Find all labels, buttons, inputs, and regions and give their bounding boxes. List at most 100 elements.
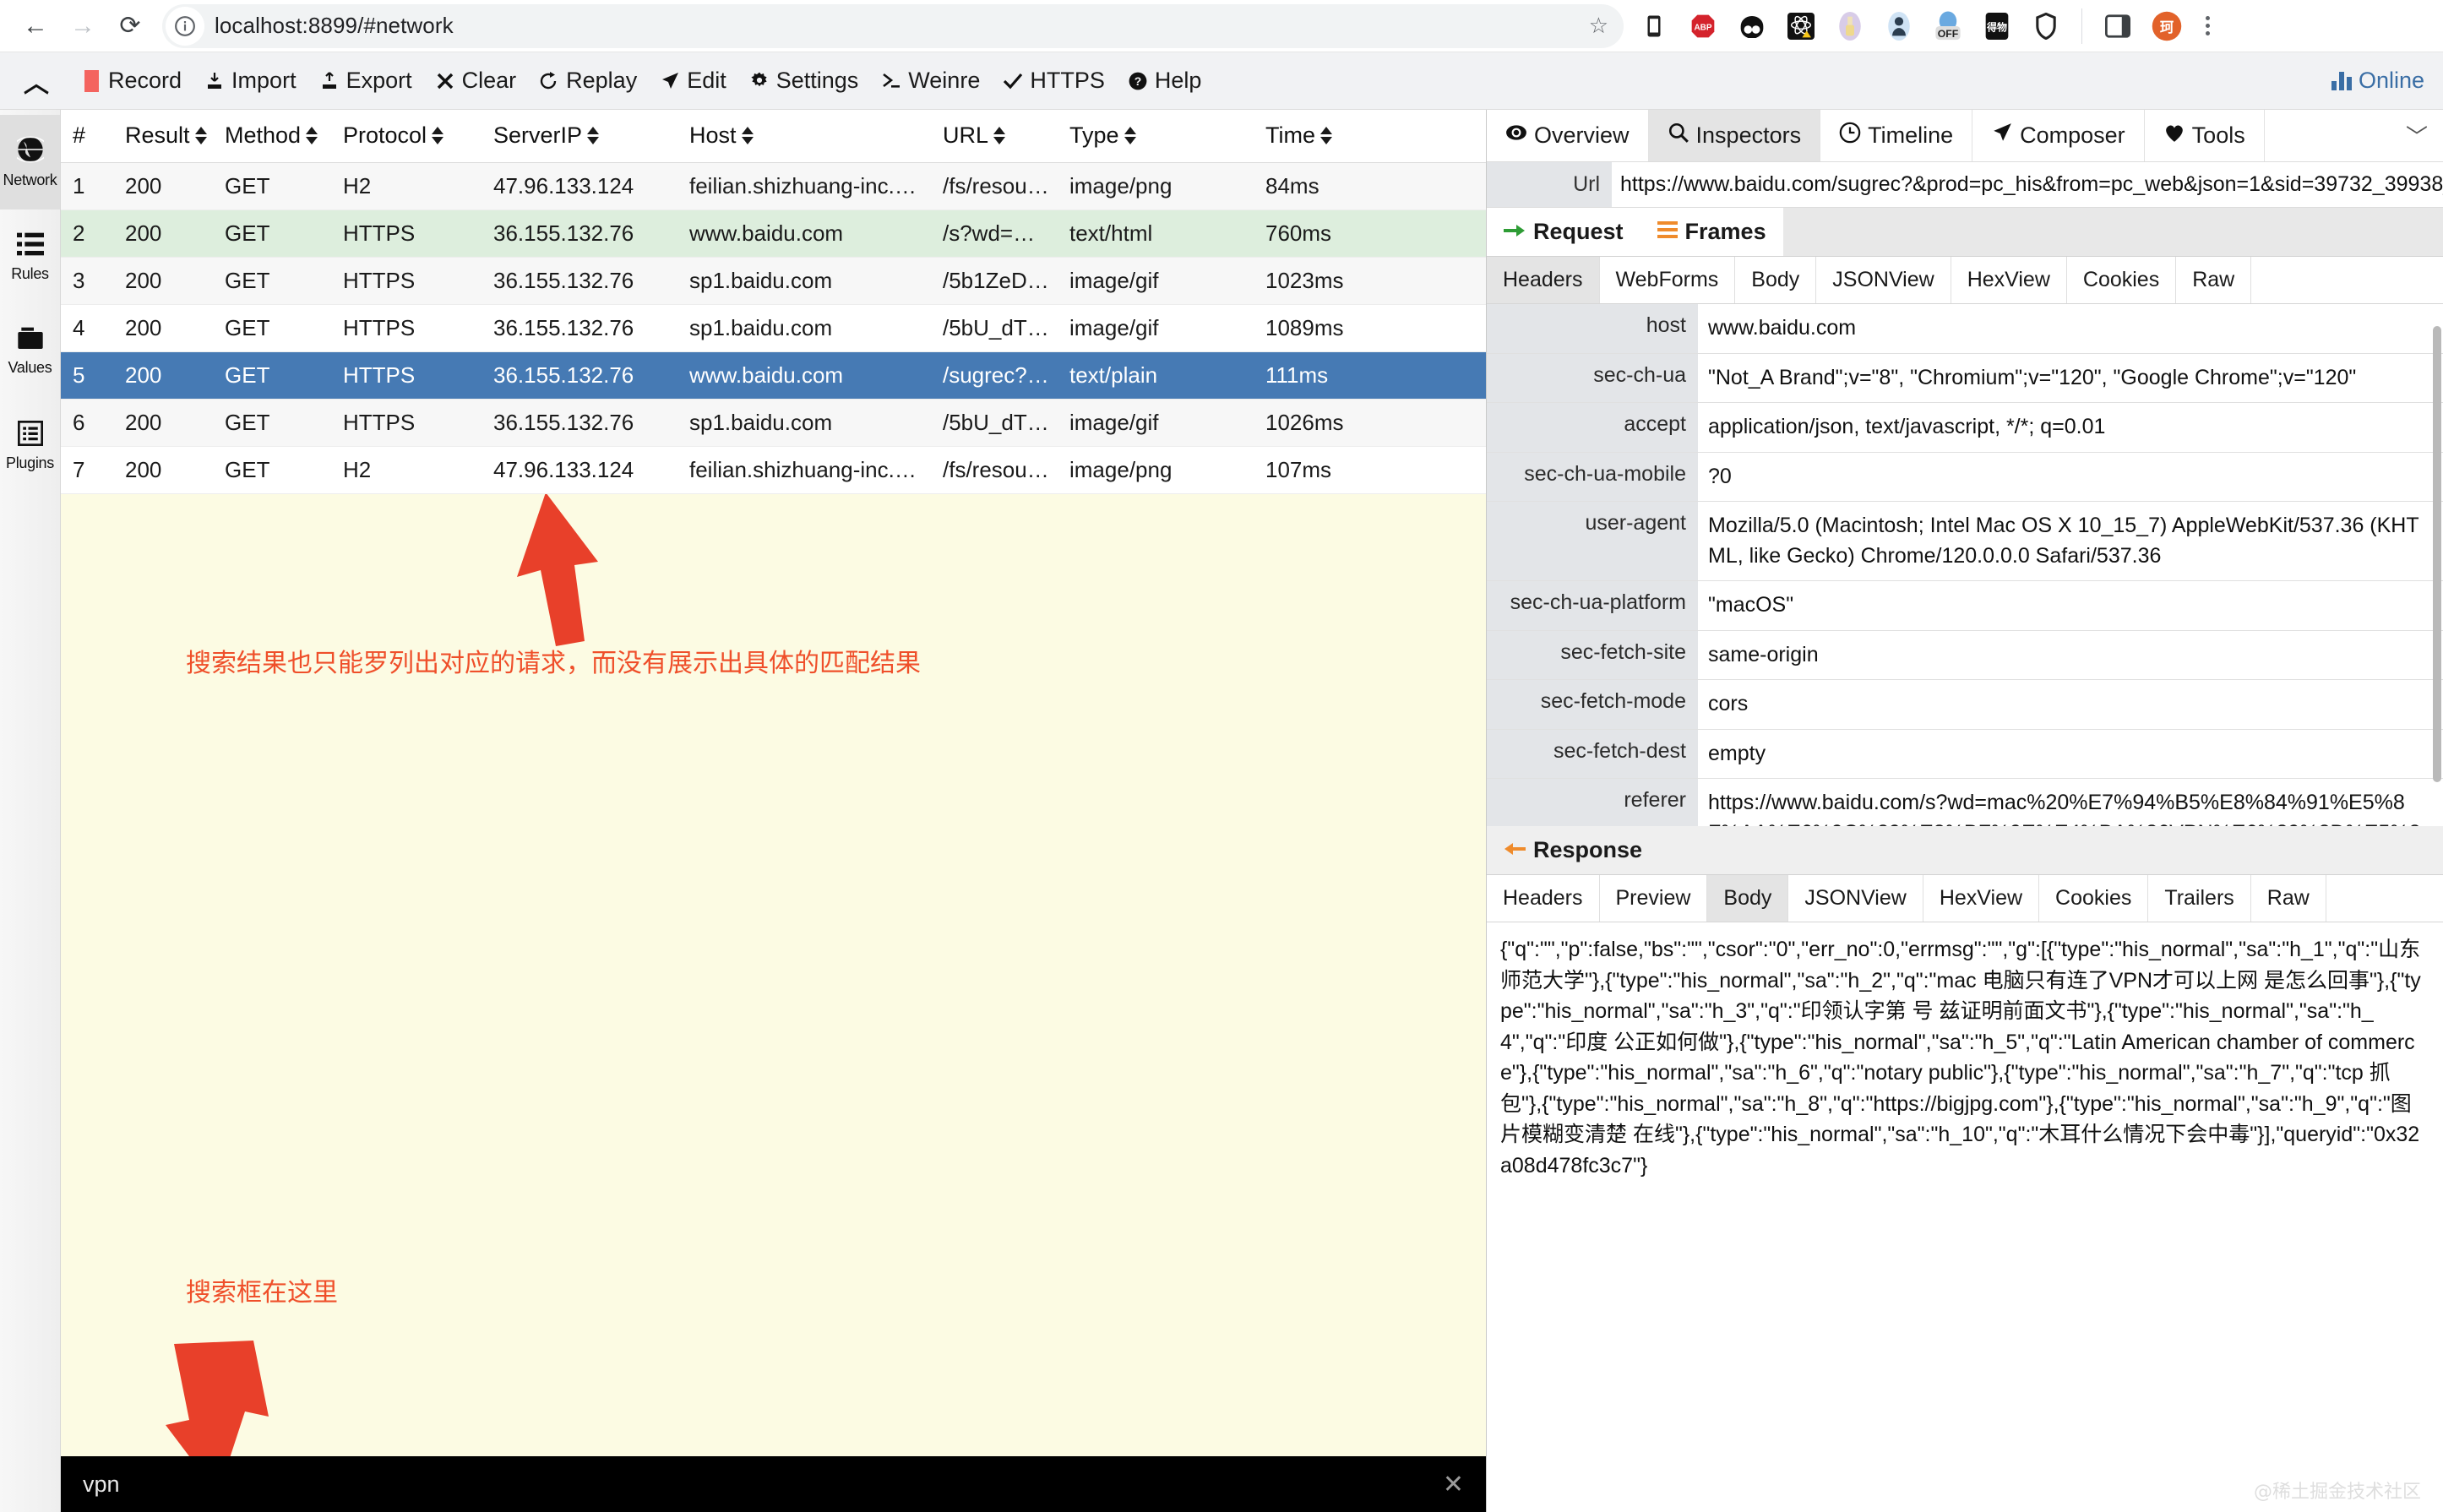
find-query-text[interactable]: vpn (83, 1471, 120, 1498)
response-subtab-preview[interactable]: Preview (1600, 875, 1708, 922)
response-subtab-cookies[interactable]: Cookies (2039, 875, 2148, 922)
sidebar-item-network[interactable]: Network (0, 115, 60, 209)
tab-tools[interactable]: Tools (2145, 110, 2265, 161)
toolbar-import-button[interactable]: Import (193, 52, 307, 109)
request-subtab-jsonview[interactable]: JSONView (1816, 257, 1951, 303)
toolbar-record-button[interactable]: Record (69, 52, 193, 109)
chevron-down-icon[interactable]: ﹀ (2391, 110, 2443, 161)
toolbar-weinre-button[interactable]: Weinre (869, 52, 991, 109)
phone-icon[interactable] (1635, 8, 1673, 45)
off-toggle-icon[interactable]: OFF (1929, 8, 1967, 45)
sort-icon[interactable] (1320, 127, 1332, 144)
url-value[interactable]: https://www.baidu.com/sugrec?&prod=pc_hi… (1612, 162, 2443, 207)
toolbar-settings-label: Settings (776, 68, 859, 94)
sidebar-item-rules[interactable]: Rules (0, 209, 60, 304)
header-value[interactable]: cors (1698, 680, 2443, 729)
sidebar-item-plugins[interactable]: Plugins (0, 399, 60, 493)
header-value[interactable]: empty (1698, 730, 2443, 779)
profile-avatar[interactable]: 珂 (2148, 8, 2185, 45)
col-protocol[interactable]: Protocol (331, 110, 482, 162)
close-icon[interactable]: ✕ (1443, 1470, 1464, 1499)
address-bar-url[interactable]: localhost:8899/#network (215, 13, 454, 39)
header-value[interactable]: ?0 (1698, 453, 2443, 502)
col-method[interactable]: Method (213, 110, 331, 162)
sort-icon[interactable] (1124, 127, 1136, 144)
sort-icon[interactable] (432, 127, 443, 144)
forward-button[interactable]: → (59, 3, 106, 50)
col-url[interactable]: URL (931, 110, 1058, 162)
sidepanel-icon[interactable] (2099, 8, 2136, 45)
toolbar-settings-button[interactable]: Settings (737, 52, 870, 109)
table-row[interactable]: 6 200 GET HTTPS 36.155.132.76 sp1.baidu.… (61, 399, 1486, 446)
table-row-selected[interactable]: 5 200 GET HTTPS 36.155.132.76 www.baidu.… (61, 351, 1486, 399)
bottle-icon[interactable] (1831, 8, 1869, 45)
toolbar-https-button[interactable]: HTTPS (991, 52, 1116, 109)
header-value[interactable]: www.baidu.com (1698, 304, 2443, 353)
sidebar-item-values[interactable]: Values (0, 304, 60, 399)
toolbar-edit-button[interactable]: Edit (648, 52, 737, 109)
sort-icon[interactable] (587, 127, 599, 144)
sort-icon[interactable] (993, 127, 1005, 144)
toolbar-help-button[interactable]: ? Help (1116, 52, 1213, 109)
dewu-icon[interactable]: 得物 (1978, 8, 2016, 45)
sort-icon[interactable] (742, 127, 754, 144)
col-index[interactable]: # (61, 110, 113, 162)
request-scrollbar[interactable] (2433, 326, 2441, 782)
col-serverip[interactable]: ServerIP (482, 110, 677, 162)
request-tab[interactable]: Request (1487, 208, 1640, 256)
response-body-text[interactable]: {"q":"","p":false,"bs":"","csor":"0","er… (1487, 922, 2443, 1193)
back-button[interactable]: ← (12, 3, 59, 50)
table-row[interactable]: 1 200 GET H2 47.96.133.124 feilian.shizh… (61, 162, 1486, 209)
header-value[interactable]: application/json, text/javascript, */*; … (1698, 403, 2443, 452)
table-row[interactable]: 4 200 GET HTTPS 36.155.132.76 sp1.baidu.… (61, 304, 1486, 351)
shield-icon[interactable] (2027, 8, 2065, 45)
bookmark-star-icon[interactable]: ☆ (1581, 13, 1617, 39)
header-value[interactable]: https://www.baidu.com/s?wd=mac%20%E7%94%… (1698, 779, 2443, 826)
response-subtab-hexview[interactable]: HexView (1923, 875, 2039, 922)
address-bar[interactable]: localhost:8899/#network ☆ (162, 4, 1624, 48)
eyes-icon[interactable] (1733, 8, 1771, 45)
request-subtab-body[interactable]: Body (1735, 257, 1816, 303)
col-type[interactable]: Type (1058, 110, 1254, 162)
tab-overview[interactable]: Overview (1487, 110, 1649, 161)
request-subtab-raw[interactable]: Raw (2176, 257, 2251, 303)
col-host[interactable]: Host (677, 110, 931, 162)
online-status-button[interactable]: Online (2331, 68, 2424, 94)
request-subtab-hexview[interactable]: HexView (1951, 257, 2067, 303)
table-row[interactable]: 2 200 GET HTTPS 36.155.132.76 www.baidu.… (61, 209, 1486, 257)
response-subtab-trailers[interactable]: Trailers (2148, 875, 2250, 922)
tab-timeline[interactable]: Timeline (1820, 110, 1972, 161)
request-subtab-headers[interactable]: Headers (1487, 257, 1600, 303)
request-subtab-webforms[interactable]: WebForms (1600, 257, 1736, 303)
header-value[interactable]: "Not_A Brand";v="8", "Chromium";v="120",… (1698, 354, 2443, 403)
header-value[interactable]: "macOS" (1698, 581, 2443, 630)
response-subtab-body[interactable]: Body (1707, 875, 1788, 922)
site-info-icon[interactable] (166, 7, 204, 46)
request-subtab-cookies[interactable]: Cookies (2067, 257, 2176, 303)
frames-tab[interactable]: Frames (1640, 208, 1783, 256)
response-subtab-headers[interactable]: Headers (1487, 875, 1600, 922)
response-subtab-raw[interactable]: Raw (2251, 875, 2326, 922)
sort-icon[interactable] (195, 127, 207, 144)
tab-composer[interactable]: Composer (1972, 110, 2145, 161)
table-row[interactable]: 7 200 GET H2 47.96.133.124 feilian.shizh… (61, 446, 1486, 493)
toolbar-export-button[interactable]: Export (307, 52, 423, 109)
response-subtab-jsonview[interactable]: JSONView (1788, 875, 1923, 922)
abp-icon[interactable]: ABP (1684, 8, 1722, 45)
find-bar[interactable]: vpn ✕ (61, 1456, 1486, 1512)
react-icon[interactable] (1782, 8, 1820, 45)
col-result[interactable]: Result (113, 110, 213, 162)
reload-button[interactable]: ⟳ (106, 3, 154, 50)
tab-inspectors[interactable]: Inspectors (1649, 110, 1821, 161)
table-row[interactable]: 3 200 GET HTTPS 36.155.132.76 sp1.baidu.… (61, 257, 1486, 304)
person-icon[interactable] (1880, 8, 1918, 45)
toolbar-clear-button[interactable]: Clear (423, 52, 528, 109)
chrome-menu-icon[interactable] (2197, 16, 2218, 35)
header-value[interactable]: Mozilla/5.0 (Macintosh; Intel Mac OS X 1… (1698, 502, 2443, 580)
col-time[interactable]: Time (1254, 110, 1486, 162)
chevron-up-icon[interactable]: ︿ (8, 63, 69, 100)
header-value[interactable]: same-origin (1698, 631, 2443, 680)
sort-icon[interactable] (306, 127, 318, 144)
toolbar-replay-button[interactable]: Replay (527, 52, 648, 109)
response-tab[interactable]: Response (1487, 826, 1659, 874)
